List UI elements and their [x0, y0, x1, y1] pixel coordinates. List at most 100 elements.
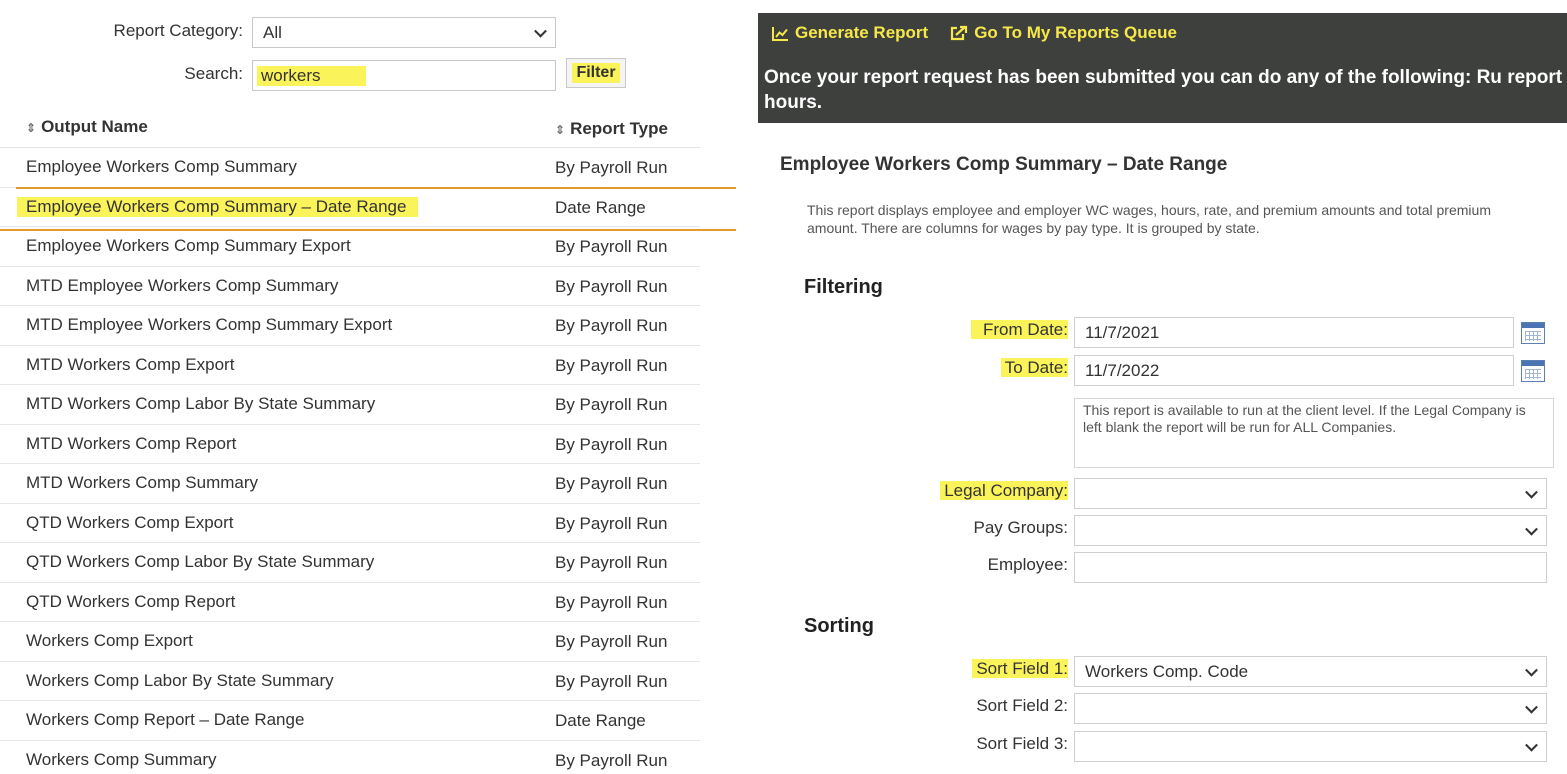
search-input[interactable]: workers	[252, 60, 556, 91]
search-value: workers	[257, 65, 366, 86]
table-row[interactable]: MTD Workers Comp Export By Payroll Run	[0, 346, 700, 385]
go-to-queue-button[interactable]: Go To My Reports Queue	[950, 23, 1177, 43]
search-label: Search:	[184, 64, 243, 83]
row-report-type: By Payroll Run	[555, 276, 668, 296]
row-output-name[interactable]: Workers Comp Export	[26, 631, 193, 651]
sort-field-2-select[interactable]	[1074, 693, 1547, 724]
report-banner: Generate Report Go To My Reports Queue O…	[758, 13, 1567, 123]
sort-icon: ⇕	[555, 123, 566, 137]
table-row[interactable]: MTD Workers Comp Summary By Payroll Run	[0, 464, 700, 504]
table-row[interactable]: MTD Workers Comp Labor By State Summary B…	[0, 385, 700, 425]
sort-field-1-label: Sort Field 1:	[900, 659, 1068, 679]
row-report-type: By Payroll Run	[555, 316, 668, 335]
row-report-type: By Payroll Run	[555, 750, 668, 770]
row-output-name[interactable]: Employee Workers Comp Summary	[26, 157, 297, 177]
sort-field-1-select[interactable]: Workers Comp. Code	[1074, 656, 1547, 687]
table-row[interactable]: Employee Workers Comp Summary Export By P…	[0, 227, 700, 267]
row-output-name[interactable]: QTD Workers Comp Labor By State Summary	[26, 552, 374, 572]
report-description: This report displays employee and employ…	[807, 202, 1491, 236]
chevron-down-icon	[1525, 738, 1538, 752]
chevron-down-icon	[1525, 663, 1538, 677]
pay-groups-select[interactable]	[1074, 515, 1547, 546]
table-row[interactable]: QTD Workers Comp Export By Payroll Run	[0, 504, 700, 543]
from-date-field[interactable]: 11/7/2021	[1074, 317, 1514, 348]
row-report-type: By Payroll Run	[555, 434, 668, 454]
go-to-queue-label: Go To My Reports Queue	[974, 23, 1177, 42]
table-row[interactable]: MTD Workers Comp Report By Payroll Run	[0, 425, 700, 464]
row-report-type: Date Range	[555, 711, 646, 730]
filter-button-label: Filter	[572, 63, 620, 83]
table-row[interactable]: Employee Workers Comp Summary By Payroll …	[0, 148, 700, 188]
report-category-select[interactable]: All	[252, 17, 556, 48]
legal-company-note: This report is available to run at the c…	[1074, 398, 1554, 468]
employee-field[interactable]	[1074, 552, 1547, 583]
row-output-name[interactable]: QTD Workers Comp Report	[26, 592, 235, 612]
row-report-type: By Payroll Run	[555, 632, 668, 651]
row-report-type: By Payroll Run	[555, 513, 668, 533]
chevron-down-icon	[1525, 522, 1538, 536]
row-output-name[interactable]: MTD Workers Comp Export	[26, 355, 234, 375]
chevron-down-icon	[1525, 700, 1538, 714]
table-row-selected[interactable]: Employee Workers Comp Summary – Date Ran…	[0, 188, 700, 227]
row-output-name[interactable]: Employee Workers Comp Summary Export	[26, 236, 351, 256]
table-row[interactable]: Workers Comp Labor By State Summary By Pa…	[0, 662, 700, 701]
chevron-down-icon	[534, 24, 547, 38]
row-report-type: By Payroll Run	[555, 671, 668, 691]
from-date-label: From Date:	[900, 320, 1068, 340]
row-report-type: By Payroll Run	[555, 355, 668, 375]
table-row[interactable]: Workers Comp Summary By Payroll Run	[0, 741, 700, 774]
row-report-type: By Payroll Run	[555, 395, 668, 414]
row-report-type: By Payroll Run	[555, 474, 668, 493]
to-date-label: To Date:	[900, 358, 1068, 378]
table-row[interactable]: QTD Workers Comp Report By Payroll Run	[0, 583, 700, 622]
report-category-value: All	[263, 22, 282, 42]
row-output-name[interactable]: QTD Workers Comp Export	[26, 513, 234, 533]
column-output-name[interactable]: ⇕ Output Name	[26, 117, 148, 137]
to-date-field[interactable]: 11/7/2022	[1074, 355, 1514, 386]
employee-label: Employee:	[987, 555, 1068, 574]
row-report-type: By Payroll Run	[555, 553, 668, 572]
row-report-type: By Payroll Run	[555, 237, 668, 256]
selection-underline-bottom	[0, 229, 736, 231]
from-date-value: 11/7/2021	[1085, 322, 1160, 342]
legal-company-select[interactable]	[1074, 478, 1547, 509]
table-row[interactable]: MTD Employee Workers Comp Summary Export…	[0, 306, 700, 346]
row-output-name[interactable]: MTD Employee Workers Comp Summary	[26, 276, 338, 296]
generate-report-button[interactable]: Generate Report	[772, 23, 928, 43]
sorting-heading: Sorting	[804, 615, 874, 637]
column-output-name-label: Output Name	[41, 117, 148, 136]
pay-groups-label: Pay Groups:	[973, 518, 1069, 537]
filter-button[interactable]: Filter	[566, 58, 626, 88]
banner-message: Once your report request has been submit…	[764, 67, 1567, 113]
report-list-panel: Report Category: All Search: workers Fil…	[0, 0, 740, 774]
calendar-icon[interactable]	[1521, 360, 1545, 382]
report-table: Employee Workers Comp Summary By Payroll …	[0, 148, 700, 774]
column-report-type[interactable]: ⇕ Report Type	[555, 119, 668, 139]
table-row[interactable]: MTD Employee Workers Comp Summary By Payr…	[0, 267, 700, 306]
chart-icon	[772, 26, 788, 41]
table-row[interactable]: Workers Comp Report – Date Range Date Ran…	[0, 701, 700, 741]
row-output-name[interactable]: Workers Comp Summary	[26, 750, 217, 770]
to-date-value: 11/7/2022	[1085, 360, 1160, 380]
table-row[interactable]: Workers Comp Export By Payroll Run	[0, 622, 700, 662]
column-report-type-label: Report Type	[570, 119, 668, 138]
row-output-name[interactable]: Workers Comp Labor By State Summary	[26, 671, 334, 691]
table-header: ⇕ Output Name ⇕ Report Type	[0, 108, 700, 148]
sort-field-3-label: Sort Field 3:	[976, 734, 1068, 753]
chevron-down-icon	[1525, 485, 1538, 499]
table-row[interactable]: QTD Workers Comp Labor By State Summary B…	[0, 543, 700, 583]
banner-actions: Generate Report Go To My Reports Queue	[772, 23, 1177, 43]
external-link-icon	[951, 25, 968, 41]
legal-company-label: Legal Company:	[900, 481, 1068, 501]
selection-underline-top	[16, 187, 736, 189]
row-output-name[interactable]: MTD Workers Comp Report	[26, 434, 236, 454]
row-report-type: By Payroll Run	[555, 592, 668, 612]
row-output-name[interactable]: MTD Workers Comp Labor By State Summary	[26, 394, 375, 414]
row-output-name[interactable]: MTD Workers Comp Summary	[26, 473, 258, 493]
row-output-name[interactable]: Employee Workers Comp Summary – Date Ran…	[17, 196, 419, 217]
row-output-name[interactable]: MTD Employee Workers Comp Summary Export	[26, 315, 392, 335]
report-title: Employee Workers Comp Summary – Date Ran…	[780, 154, 1228, 175]
calendar-icon[interactable]	[1521, 322, 1545, 344]
row-output-name[interactable]: Workers Comp Report – Date Range	[26, 710, 304, 730]
sort-field-3-select[interactable]	[1074, 731, 1547, 762]
